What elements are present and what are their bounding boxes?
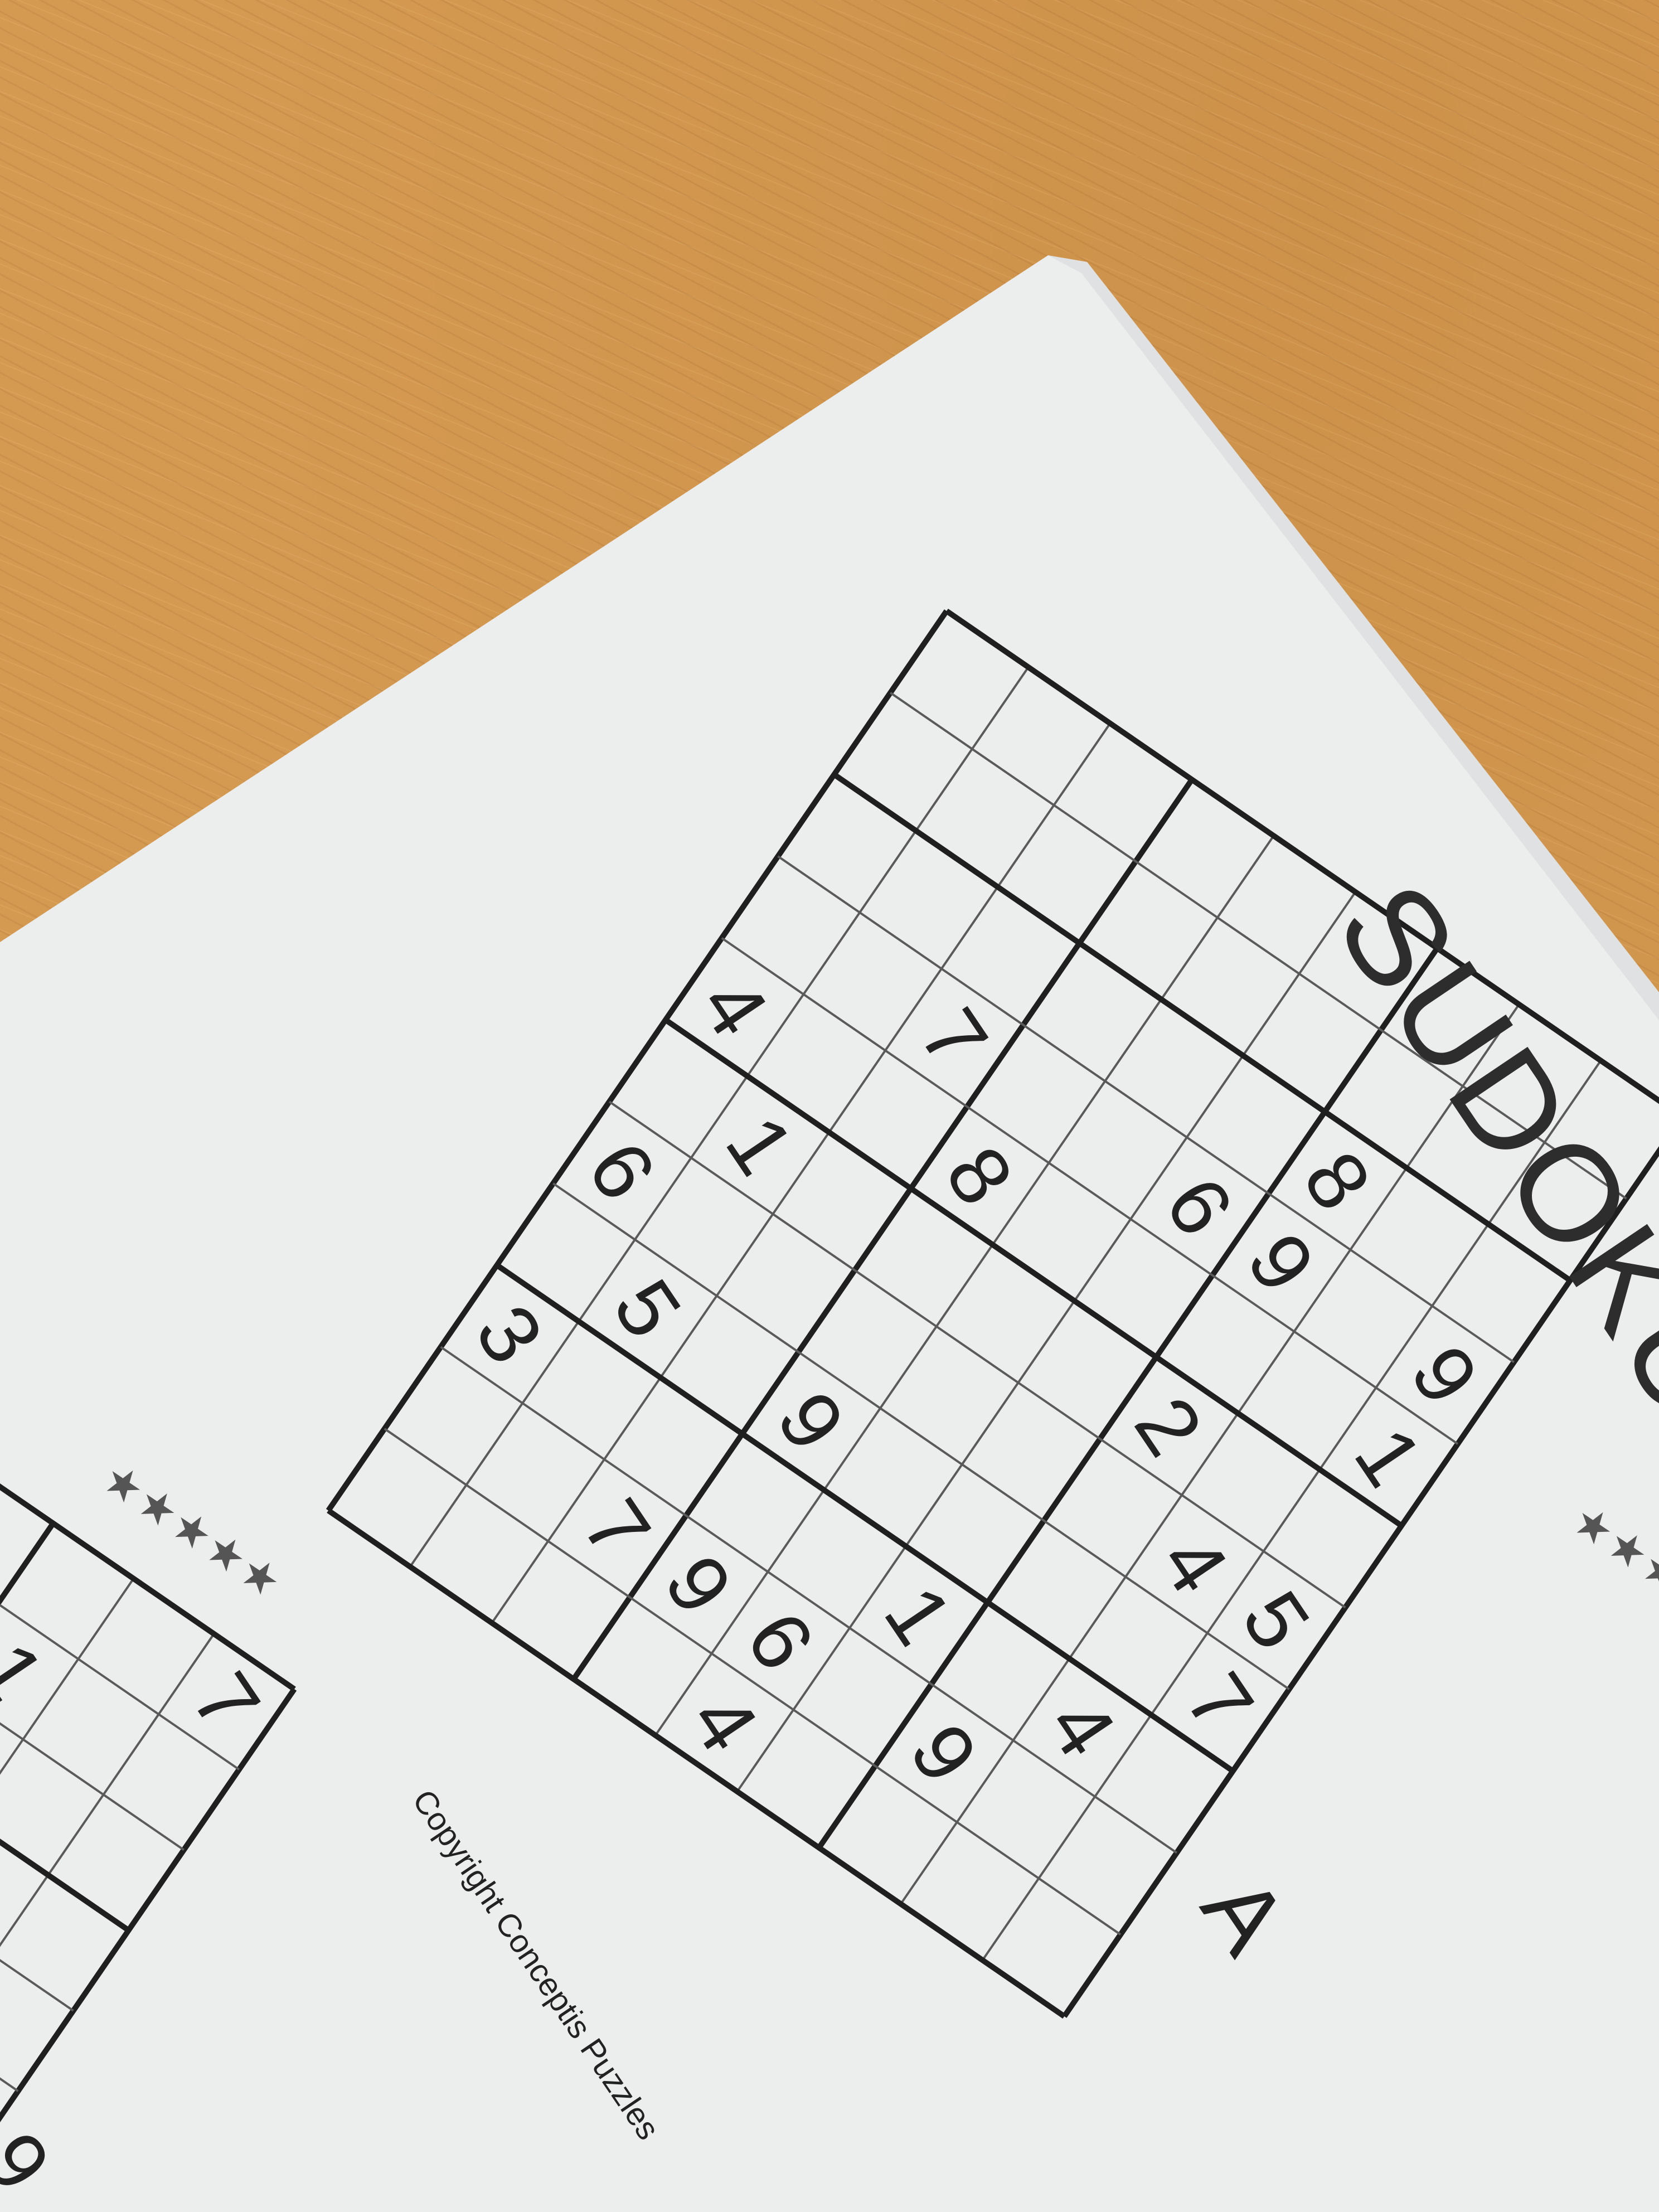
puzzle-page: 899671842154679541396974 SUDOKU ★★★★★ ★★… bbox=[0, 255, 1659, 2212]
paper-sheet bbox=[0, 255, 1659, 2212]
photo-scene: 899671842154679541396974 SUDOKU ★★★★★ ★★… bbox=[0, 0, 1659, 2212]
